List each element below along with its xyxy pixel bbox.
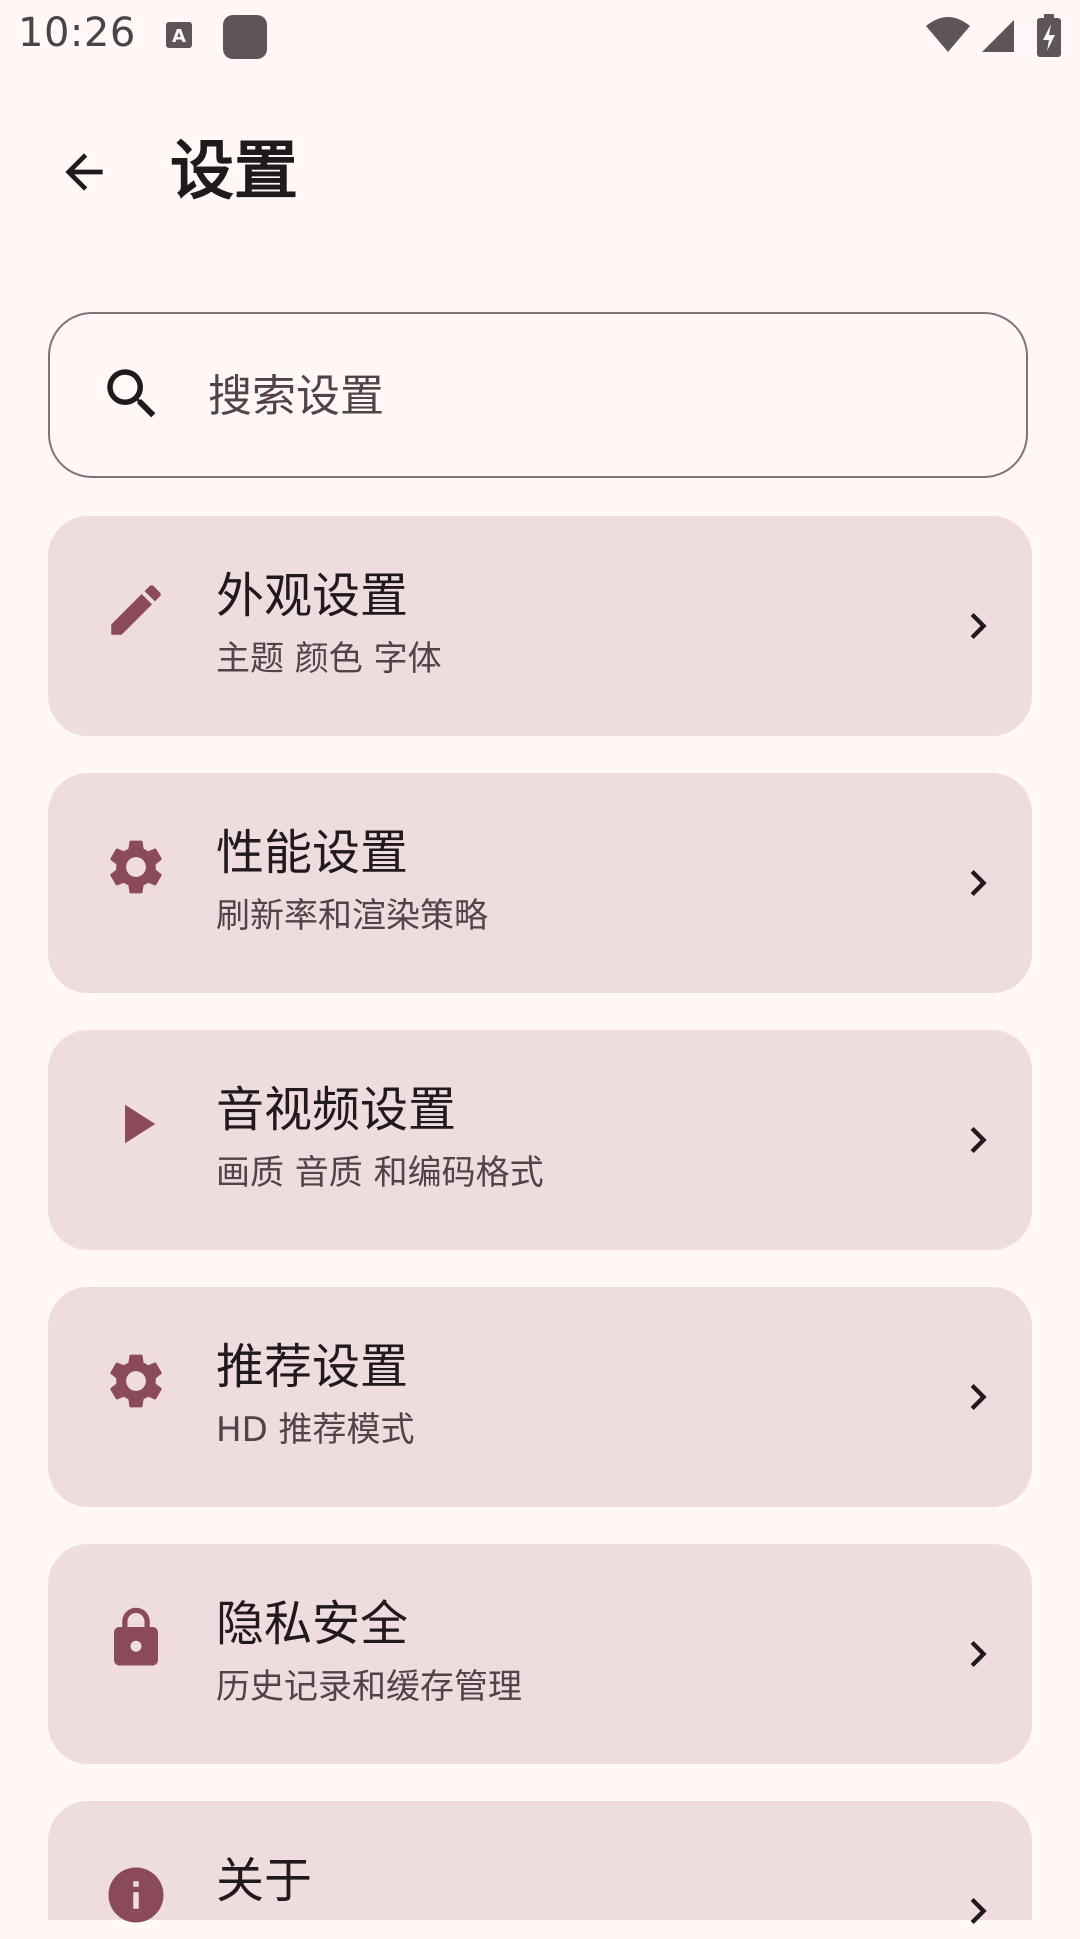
app-square-icon <box>222 14 268 60</box>
chevron-right-icon <box>950 598 1006 654</box>
info-icon <box>94 1853 178 1937</box>
settings-item-performance[interactable]: 性能设置 刷新率和渲染策略 <box>48 773 1032 993</box>
lock-icon <box>94 1596 178 1680</box>
settings-item-subtitle: HD 推荐模式 <box>216 1410 415 1450</box>
top-app-bar: 设置 <box>0 110 1080 230</box>
settings-item-title: 关于 <box>216 1853 313 1909</box>
search-field[interactable] <box>48 312 1028 478</box>
gear-icon <box>94 1339 178 1423</box>
settings-item-title: 性能设置 <box>216 825 409 881</box>
gear-icon <box>94 825 178 909</box>
status-bar: 10:26 A <box>0 0 1080 74</box>
cellular-signal-icon <box>980 18 1016 54</box>
settings-item-title: 外观设置 <box>216 568 409 624</box>
svg-text:A: A <box>172 26 186 47</box>
settings-item-title: 推荐设置 <box>216 1339 409 1395</box>
settings-item-privacy[interactable]: 隐私安全 历史记录和缓存管理 <box>48 1544 1032 1764</box>
chevron-right-icon <box>950 1626 1006 1682</box>
arrow-left-icon <box>56 144 112 200</box>
settings-item-recommendation[interactable]: 推荐设置 HD 推荐模式 <box>48 1287 1032 1507</box>
pencil-icon <box>94 568 178 652</box>
settings-item-subtitle: 主题 颜色 字体 <box>216 639 442 679</box>
settings-item-title: 音视频设置 <box>216 1082 457 1138</box>
settings-item-about[interactable]: 关于 <box>48 1801 1032 1924</box>
status-time: 10:26 <box>18 10 136 56</box>
text-a-icon: A <box>164 20 194 50</box>
settings-item-subtitle: 历史记录和缓存管理 <box>216 1667 522 1707</box>
play-icon <box>94 1082 178 1166</box>
settings-item-subtitle: 画质 音质 和编码格式 <box>216 1153 544 1193</box>
chevron-right-icon <box>950 1112 1006 1168</box>
chevron-right-icon <box>950 1883 1006 1939</box>
chevron-right-icon <box>950 855 1006 911</box>
page-title: 设置 <box>170 135 298 209</box>
settings-item-appearance[interactable]: 外观设置 主题 颜色 字体 <box>48 516 1032 736</box>
back-button[interactable] <box>40 128 128 216</box>
settings-item-subtitle: 刷新率和渲染策略 <box>216 896 488 936</box>
search-icon <box>92 354 172 434</box>
chevron-right-icon <box>950 1369 1006 1425</box>
settings-item-audio-video[interactable]: 音视频设置 画质 音质 和编码格式 <box>48 1030 1032 1250</box>
wifi-icon <box>924 16 972 54</box>
search-input[interactable] <box>206 350 990 442</box>
settings-item-title: 隐私安全 <box>216 1596 409 1652</box>
battery-charging-icon <box>1036 14 1062 58</box>
